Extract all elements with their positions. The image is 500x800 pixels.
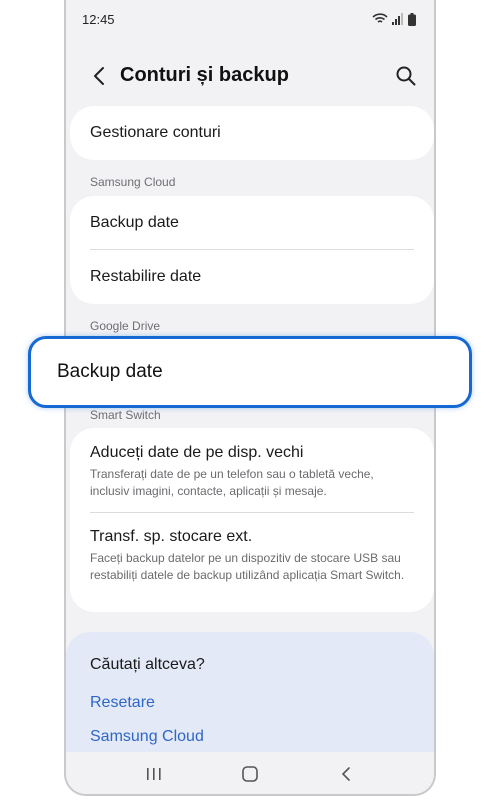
search-icon[interactable] (394, 64, 418, 88)
wifi-icon (372, 13, 388, 23)
samsung-cloud-backup-label: Backup date (90, 214, 179, 231)
nav-back-icon[interactable] (331, 759, 361, 789)
navigation-bar (66, 752, 434, 794)
smart-switch-old-device-item[interactable]: Aduceți date de pe disp. vechi Transfera… (90, 444, 414, 500)
link-samsung-cloud[interactable]: Samsung Cloud (90, 728, 204, 746)
external-storage-description: Faceți backup datelor pe un dispozitiv d… (90, 551, 405, 582)
samsung-cloud-card: Backup date Restabilire date (70, 196, 434, 304)
google-drive-backup-item[interactable]: Backup date (28, 336, 472, 408)
samsung-cloud-backup-item[interactable]: Backup date (70, 196, 434, 250)
section-label-google-drive: Google Drive (90, 319, 161, 333)
old-device-label: Aduceți date de pe disp. vechi (90, 444, 304, 461)
status-icons (372, 12, 416, 26)
page-title: Conturi și backup (120, 64, 289, 86)
manage-accounts-label: Gestionare conturi (90, 124, 221, 141)
manage-accounts-item[interactable]: Gestionare conturi (70, 106, 434, 160)
suggestions-panel: Căutați altceva? Resetare Samsung Cloud (66, 632, 434, 752)
smart-switch-card: Aduceți date de pe disp. vechi Transfera… (70, 428, 434, 612)
status-bar: 12:45 (66, 0, 434, 38)
chevron-left-icon[interactable] (88, 64, 112, 88)
google-drive-backup-label: Backup date (57, 361, 163, 382)
recents-icon[interactable] (139, 759, 169, 789)
section-label-smart-switch: Smart Switch (90, 408, 161, 422)
samsung-cloud-restore-item[interactable]: Restabilire date (70, 250, 434, 304)
old-device-description: Transferați date de pe un telefon sau o … (90, 467, 374, 498)
signal-icon (392, 13, 403, 25)
link-resetare[interactable]: Resetare (90, 694, 155, 712)
external-storage-label: Transf. sp. stocare ext. (90, 528, 253, 545)
samsung-cloud-restore-label: Restabilire date (90, 268, 202, 285)
section-label-samsung-cloud: Samsung Cloud (90, 175, 176, 189)
battery-icon (408, 12, 416, 26)
suggestions-heading: Căutați altceva? (90, 656, 205, 673)
divider (90, 512, 414, 513)
status-time: 12:45 (82, 11, 115, 27)
header: Conturi și backup (66, 56, 434, 96)
home-icon[interactable] (235, 759, 265, 789)
smart-switch-external-storage-item[interactable]: Transf. sp. stocare ext. Faceți backup d… (90, 528, 414, 584)
